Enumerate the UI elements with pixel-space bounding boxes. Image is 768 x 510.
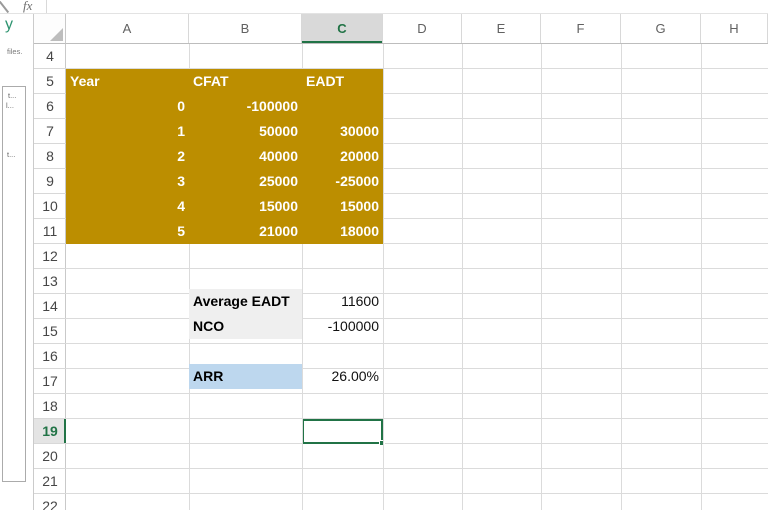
task-pane-list-item[interactable]: t... bbox=[7, 150, 15, 159]
column-header-G[interactable]: G bbox=[621, 14, 701, 43]
table-cell-year[interactable]: 0 bbox=[70, 94, 185, 119]
row-header-5[interactable]: 5 bbox=[34, 69, 66, 94]
table-cell-eadt[interactable]: 18000 bbox=[306, 219, 379, 244]
table-cell-eadt[interactable]: 15000 bbox=[306, 194, 379, 219]
table-header-cell[interactable]: Year bbox=[70, 69, 100, 94]
spreadsheet: ABCDEFGH 4 5 6 7 8 9 10 11 12 13 14 15 16 17 18 19 20 21 2… bbox=[34, 14, 768, 510]
grid-vertical-line bbox=[701, 44, 702, 510]
table-header-cell[interactable]: EADT bbox=[306, 69, 344, 94]
data-table: Year CFAT EADT 0 -100000 1 50000 30000 2 40000 200… bbox=[66, 69, 383, 244]
excel-window: fx y files. t... l... t... ABCDEFGH 456789… bbox=[0, 0, 768, 510]
cancel-icon bbox=[0, 0, 10, 14]
table-cell-eadt[interactable] bbox=[306, 94, 379, 119]
row-header-11[interactable]: 11 bbox=[34, 219, 66, 244]
row-header-16[interactable]: 16 bbox=[34, 344, 66, 369]
row-header-17[interactable]: 17 bbox=[34, 369, 66, 394]
row-header-4[interactable]: 4 bbox=[34, 44, 66, 69]
formula-input[interactable] bbox=[47, 0, 768, 13]
row-header-19[interactable]: 19 bbox=[34, 419, 66, 444]
select-all-triangle-icon bbox=[50, 28, 63, 41]
row-header-15[interactable]: 15 bbox=[34, 319, 66, 344]
table-cell-cfat[interactable]: 25000 bbox=[193, 169, 298, 194]
table-cell-year[interactable]: 2 bbox=[70, 144, 185, 169]
column-header-E[interactable]: E bbox=[462, 14, 541, 43]
grid-vertical-line bbox=[541, 44, 542, 510]
task-pane-list-item[interactable]: l... bbox=[6, 101, 14, 110]
table-cell-eadt[interactable]: 20000 bbox=[306, 144, 379, 169]
active-cell-C19[interactable] bbox=[302, 419, 385, 446]
row-header-20[interactable]: 20 bbox=[34, 444, 66, 469]
column-header-H[interactable]: H bbox=[701, 14, 768, 43]
table-cell-cfat[interactable]: 40000 bbox=[193, 144, 298, 169]
row-header-22[interactable]: 22 bbox=[34, 494, 66, 510]
row-header-21[interactable]: 21 bbox=[34, 469, 66, 494]
grid-vertical-line bbox=[621, 44, 622, 510]
row-header-7[interactable]: 7 bbox=[34, 119, 66, 144]
row-header-14[interactable]: 14 bbox=[34, 294, 66, 319]
grid-vertical-line bbox=[462, 44, 463, 510]
task-pane-heading-fragment: y bbox=[5, 16, 13, 33]
task-pane-text-fragment: files. bbox=[7, 47, 23, 56]
task-pane-list-item[interactable]: t... bbox=[8, 91, 16, 100]
table-cell-year[interactable]: 1 bbox=[70, 119, 185, 144]
summary-value[interactable]: 26.00% bbox=[306, 364, 379, 389]
row-header-12[interactable]: 12 bbox=[34, 244, 66, 269]
row-header-13[interactable]: 13 bbox=[34, 269, 66, 294]
table-cell-year[interactable]: 4 bbox=[70, 194, 185, 219]
fill-handle[interactable] bbox=[379, 440, 385, 446]
table-cell-cfat[interactable]: 50000 bbox=[193, 119, 298, 144]
summary-label[interactable]: NCO bbox=[193, 314, 224, 339]
select-all-button[interactable] bbox=[34, 14, 66, 44]
formula-bar: fx bbox=[0, 0, 768, 14]
row-headers: 4 5 6 7 8 9 10 11 12 13 14 15 16 17 18 19 20 21 22 bbox=[34, 44, 66, 510]
row-header-18[interactable]: 18 bbox=[34, 394, 66, 419]
row-header-9[interactable]: 9 bbox=[34, 169, 66, 194]
column-header-B[interactable]: B bbox=[189, 14, 302, 43]
column-header-A[interactable]: A bbox=[66, 14, 189, 43]
table-cell-eadt[interactable]: 30000 bbox=[306, 119, 379, 144]
column-header-D[interactable]: D bbox=[383, 14, 462, 43]
column-header-C[interactable]: C bbox=[302, 14, 383, 43]
column-headers: ABCDEFGH bbox=[66, 14, 768, 44]
grid-vertical-line bbox=[383, 44, 384, 510]
table-cell-cfat[interactable]: -100000 bbox=[193, 94, 298, 119]
row-header-8[interactable]: 8 bbox=[34, 144, 66, 169]
summary-value[interactable]: 11600 bbox=[306, 289, 379, 314]
column-header-F[interactable]: F bbox=[541, 14, 621, 43]
table-cell-cfat[interactable]: 21000 bbox=[193, 219, 298, 244]
row-header-10[interactable]: 10 bbox=[34, 194, 66, 219]
task-pane: y files. t... l... t... bbox=[0, 14, 34, 510]
table-cell-year[interactable]: 5 bbox=[70, 219, 185, 244]
table-header-cell[interactable]: CFAT bbox=[193, 69, 229, 94]
insert-function-icon[interactable]: fx bbox=[23, 0, 32, 14]
cells-area[interactable]: Year CFAT EADT 0 -100000 1 50000 30000 2 40000 200… bbox=[66, 44, 768, 510]
summary-label[interactable]: ARR bbox=[193, 364, 223, 389]
row-header-6[interactable]: 6 bbox=[34, 94, 66, 119]
table-cell-cfat[interactable]: 15000 bbox=[193, 194, 298, 219]
summary-label[interactable]: Average EADT bbox=[193, 289, 290, 314]
table-cell-year[interactable]: 3 bbox=[70, 169, 185, 194]
task-pane-list-box: t... l... t... bbox=[2, 86, 26, 482]
table-cell-eadt[interactable]: -25000 bbox=[306, 169, 379, 194]
summary-value[interactable]: -100000 bbox=[306, 314, 379, 339]
